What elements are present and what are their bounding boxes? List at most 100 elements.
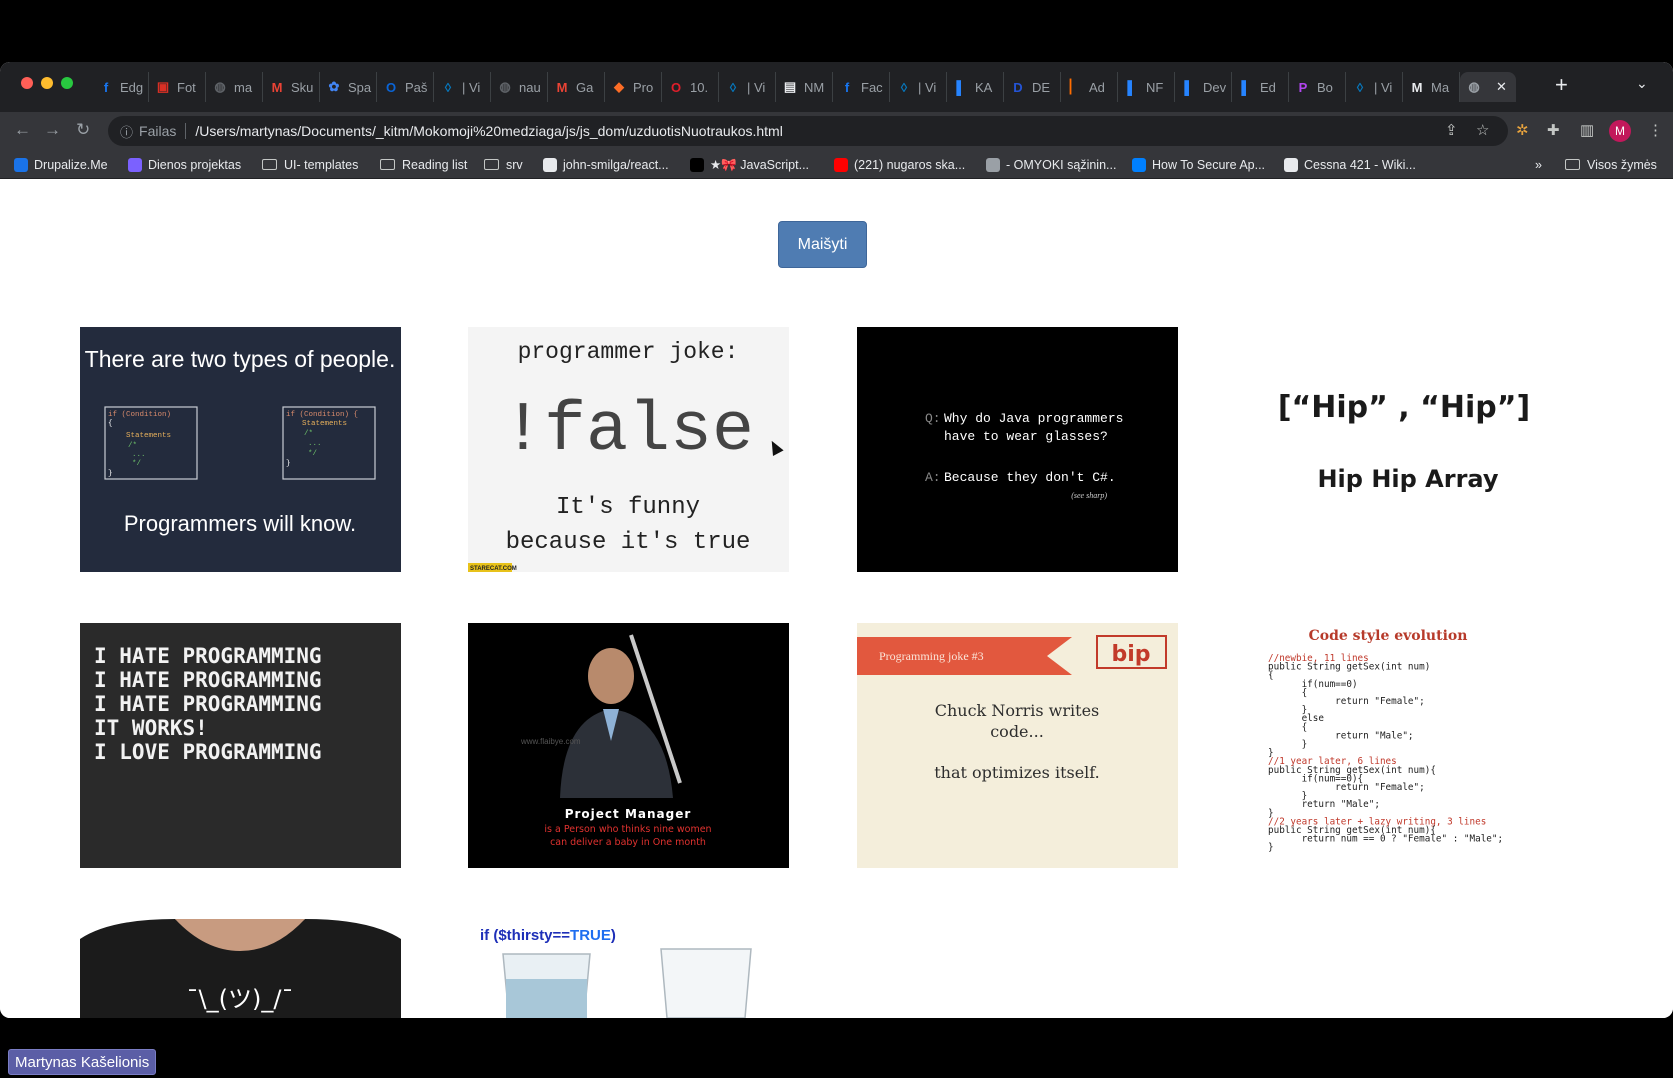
bookmark-star-icon[interactable]: ☆ <box>1476 121 1489 139</box>
code-line: return num == 0 ? "Female" : "Male"; <box>1268 834 1503 845</box>
browser-toolbar: ← → ↻ ⓘ Failas /Users/martynas/Documents… <box>0 112 1673 150</box>
jira-icon: ▌ <box>1184 79 1194 95</box>
forward-arrow-icon[interactable]: → <box>44 120 61 140</box>
tab-title: Ed <box>1260 79 1276 95</box>
code-right: if (Condition) { Statements /* ... */ } <box>286 411 358 468</box>
address-scheme: Failas <box>139 123 177 139</box>
tab-title: | Vi <box>462 79 481 95</box>
share-icon[interactable]: ⇪ <box>1445 121 1458 139</box>
kebab-menu-icon[interactable]: ⋮ <box>1648 121 1663 139</box>
browser-tab[interactable]: D DE <box>1004 72 1061 102</box>
browser-tab[interactable]: ◍ nau <box>491 72 548 102</box>
browser-tab[interactable]: ▤ NM <box>776 72 833 102</box>
tab-search-chevron-icon[interactable]: ⌄ <box>1636 75 1648 92</box>
thirsty-code: if ($thirsty==TRUE) <box>480 927 616 944</box>
tab-title: Pro <box>633 79 654 95</box>
browser-tab[interactable]: ◊ | Vi <box>719 72 776 102</box>
close-tab-icon[interactable]: ✕ <box>1496 79 1507 95</box>
browser-tab[interactable]: ◆ Pro <box>605 72 662 102</box>
browser-tab[interactable]: M Sku <box>263 72 320 102</box>
chuck-line3: that optimizes itself. <box>934 763 1099 782</box>
github-icon <box>543 157 557 172</box>
minimize-window-button[interactable] <box>41 77 53 89</box>
browser-tab[interactable]: ◊ | Vi <box>434 72 491 102</box>
svg-text:if (Condition) {: if (Condition) { <box>286 411 358 419</box>
drupal-icon: ◊ <box>900 79 908 95</box>
meme-chuck-svg: Programming joke #3 bip Chuck Norris wri… <box>857 635 1167 782</box>
extension-app-icon[interactable]: ✲ <box>1516 121 1529 139</box>
bookmark-item[interactable]: Drupalize.Me <box>14 156 108 173</box>
outlook-icon: O <box>385 79 397 95</box>
jira-icon: ▌ <box>1127 79 1137 95</box>
browser-tab[interactable]: M Ga <box>548 72 605 102</box>
profile-avatar[interactable]: M <box>1609 120 1631 142</box>
browser-tab[interactable]: ◊ | Vi <box>890 72 947 102</box>
bookmark-item[interactable]: Reading list <box>380 156 467 173</box>
extensions-puzzle-icon[interactable]: ✚ <box>1547 121 1560 139</box>
bookmark-item[interactable]: - OMYOKI sąžinin... <box>986 156 1116 173</box>
drupal-icon: ◊ <box>1356 79 1364 95</box>
browser-tab[interactable]: O Paš <box>377 72 434 102</box>
browser-tab[interactable]: f Fac <box>833 72 890 102</box>
meme-two-types-image: There are two types of people. if (Condi… <box>80 327 401 572</box>
maximize-window-button[interactable] <box>61 77 73 89</box>
site-info-icon[interactable]: ⓘ <box>120 122 133 141</box>
tab-title: Fac <box>861 79 883 95</box>
bookmark-item[interactable]: Cessna 421 - Wiki... <box>1284 156 1416 173</box>
drupal-icon: ◊ <box>729 79 737 95</box>
orange-bar-icon: ▏ <box>1070 79 1080 94</box>
browser-tab[interactable]: ▌ KA <box>947 72 1004 102</box>
svg-text:/*: /* <box>128 442 137 450</box>
browser-tab[interactable]: P Bo <box>1289 72 1346 102</box>
side-panel-icon[interactable]: ▥ <box>1580 121 1594 139</box>
browser-tab[interactable]: f Edg <box>92 72 149 102</box>
wikipedia-icon <box>1284 157 1298 172</box>
address-url[interactable]: /Users/martynas/Documents/_kitm/Mokomoji… <box>195 123 782 139</box>
bookmark-item[interactable]: (221) nugaros ska... <box>834 156 965 173</box>
digitalocean-icon <box>1132 157 1146 172</box>
browser-tab[interactable]: ✿ Spa <box>320 72 377 102</box>
close-window-button[interactable] <box>21 77 33 89</box>
gmail-icon: M <box>271 79 283 95</box>
browser-tab[interactable]: ▣ Fot <box>149 72 206 102</box>
code-line: public String getSex(int num) <box>1268 662 1430 673</box>
bookmark-item[interactable]: ★🎀 JavaScript... <box>690 156 809 173</box>
bookmark-item[interactable]: UI- templates <box>262 156 358 173</box>
user-name-badge: Martynas Kašelionis <box>8 1049 157 1075</box>
bookmark-item[interactable]: Dienos projektas <box>128 156 241 173</box>
shuffle-button[interactable]: Maišyti <box>778 221 867 268</box>
browser-tab[interactable]: ◍ ma <box>206 72 263 102</box>
more-bookmarks-chevron-icon[interactable]: » <box>1535 156 1542 173</box>
tab-title: Ma <box>1431 79 1450 95</box>
tab-list: f Edg ▣ Fot ◍ ma M Sku ✿ Spa O Paš ◊ | Vi ◍ nau M Ga ◆ Pro O… <box>92 72 1516 102</box>
bookmark-label: ★🎀 JavaScript... <box>710 157 810 172</box>
meme-java-svg: Q: Why do Java programmers have to wear … <box>925 411 1123 500</box>
browser-tab[interactable]: ◊ | Vi <box>1346 72 1403 102</box>
reload-icon[interactable]: ↻ <box>76 120 90 140</box>
shrug-face: ¯\_(ツ)_/¯ <box>187 985 294 1013</box>
browser-tab[interactable]: ◍ ✕ <box>1460 72 1516 102</box>
meme-java-note: (see sharp) <box>1071 491 1107 500</box>
tab-title: Sku <box>291 79 314 95</box>
bookmark-item[interactable]: srv <box>484 156 523 173</box>
meme-shrug-svg: ¯\_(ツ)_/¯ <box>80 919 401 1018</box>
back-arrow-icon[interactable]: ← <box>14 120 31 140</box>
svg-text:}: } <box>286 460 291 468</box>
all-bookmarks-folder[interactable]: Visos žymės <box>1565 156 1657 173</box>
bookmark-item[interactable]: john-smilga/react... <box>543 156 669 173</box>
browser-tab[interactable]: O 10. <box>662 72 719 102</box>
chuck-label: Programming joke #3 <box>879 649 984 663</box>
browser-tab[interactable]: ▏ Ad <box>1061 72 1118 102</box>
new-tab-button[interactable]: + <box>1555 74 1568 96</box>
bookmark-label: Cessna 421 - Wiki... <box>1304 157 1416 172</box>
browser-tab[interactable]: ▌ NF <box>1118 72 1175 102</box>
bookmark-item[interactable]: How To Secure Ap... <box>1132 156 1265 173</box>
pm-line2: can deliver a baby in One month <box>550 837 706 848</box>
address-bar[interactable]: ⓘ Failas /Users/martynas/Documents/_kitm… <box>108 116 1508 146</box>
tab-title: Ga <box>576 79 594 95</box>
pm-watermark: www.flaibye.com <box>520 737 581 746</box>
folder-icon <box>262 159 277 170</box>
browser-tab[interactable]: ▌ Ed <box>1232 72 1289 102</box>
browser-tab[interactable]: ▌ Dev <box>1175 72 1232 102</box>
browser-tab[interactable]: M Ma <box>1403 72 1460 102</box>
